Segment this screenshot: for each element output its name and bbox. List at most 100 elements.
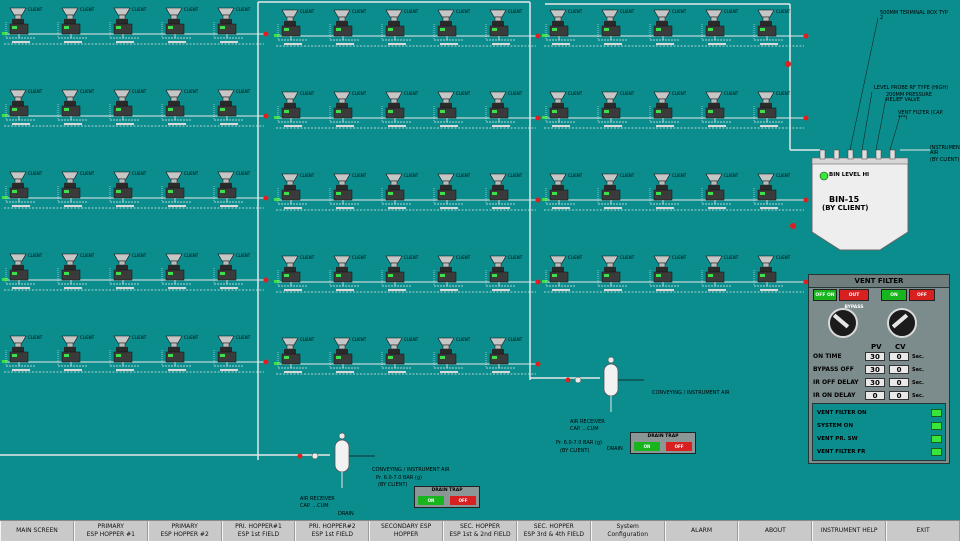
hopper-client-label: CLIENT bbox=[724, 91, 739, 96]
status-indicator bbox=[440, 28, 445, 31]
nav-alarm-button[interactable]: ALARM bbox=[664, 521, 739, 541]
feeder-valve bbox=[336, 21, 348, 26]
hopper-bin bbox=[437, 173, 455, 182]
hopper-unit: CLIENT bbox=[5, 89, 43, 125]
hopper-neck bbox=[66, 14, 74, 20]
module-caption-plate bbox=[336, 289, 354, 291]
module-caption-plate bbox=[168, 369, 186, 371]
hopper-bin bbox=[705, 9, 723, 18]
status-indicator bbox=[168, 190, 173, 193]
row-inlet-valve bbox=[2, 32, 8, 35]
hopper-neck bbox=[222, 342, 230, 348]
on-time-pv[interactable]: 30 bbox=[865, 352, 885, 361]
hopper-neck bbox=[762, 16, 770, 22]
module-caption-plate bbox=[552, 125, 570, 127]
hopper-client-label: CLIENT bbox=[620, 91, 635, 96]
module-caption-plate bbox=[708, 207, 726, 209]
feeder-valve bbox=[12, 19, 24, 24]
feeder-valve bbox=[708, 103, 720, 108]
module-caption-plate bbox=[284, 289, 302, 291]
status-indicator bbox=[220, 108, 225, 111]
hopper-bin bbox=[757, 9, 775, 18]
status-indicator bbox=[168, 272, 173, 275]
bin-name: BIN-15 bbox=[829, 195, 860, 204]
row-inlet-valve bbox=[2, 114, 8, 117]
hopper-client-label: CLIENT bbox=[568, 9, 583, 14]
hopper-unit: CLIENT bbox=[277, 255, 315, 291]
nav-exit-button[interactable]: EXIT bbox=[886, 521, 960, 541]
nav-system-configuration-button[interactable]: System Configuration bbox=[590, 521, 665, 541]
hopper-neck bbox=[14, 342, 22, 348]
hopper-client-label: CLIENT bbox=[80, 335, 95, 340]
nav-main-screen-button[interactable]: MAIN SCREEN bbox=[0, 521, 74, 541]
drain-trap-on-button[interactable]: ON bbox=[418, 496, 444, 505]
hopper-bin bbox=[165, 89, 183, 98]
bypass-off-pv[interactable]: 30 bbox=[865, 365, 885, 374]
module-caption-plate bbox=[440, 289, 458, 291]
nav-pri-hopper-2-button[interactable]: PRI. HOPPER#2 ESP 1st FIELD bbox=[295, 521, 370, 541]
hopper-client-label: CLIENT bbox=[724, 173, 739, 178]
hopper-bin bbox=[113, 89, 131, 98]
hopper-bin bbox=[281, 255, 299, 264]
vent-off-button[interactable]: OFF bbox=[909, 289, 935, 301]
vent-filter-title: VENT FILTER bbox=[809, 275, 949, 288]
hopper-neck bbox=[658, 16, 666, 22]
status-indicator bbox=[388, 356, 393, 359]
status-indicator bbox=[64, 354, 69, 357]
nav-secondary-esp-hopper-button[interactable]: SECONDARY ESP HOPPER bbox=[369, 521, 444, 541]
hopper-unit: CLIENT bbox=[381, 255, 419, 291]
bin-nozzle bbox=[819, 149, 826, 160]
vent-bypass-button[interactable]: OUT BYPASS bbox=[839, 289, 869, 310]
status-indicator bbox=[656, 110, 661, 113]
hopper-client-label: CLIENT bbox=[300, 173, 315, 178]
hopper-bin bbox=[217, 171, 235, 180]
nav-sec-hopper-1-2-button[interactable]: SEC. HOPPER ESP 1st & 2nd FIELD bbox=[443, 521, 517, 541]
control-selector-knob[interactable] bbox=[887, 308, 917, 338]
isolation-valve bbox=[565, 377, 571, 383]
hopper-unit: CLIENT bbox=[109, 89, 147, 125]
status-indicator bbox=[116, 108, 121, 111]
mode-selector-knob[interactable] bbox=[828, 308, 858, 338]
feeder-valve bbox=[168, 19, 180, 24]
vent-on-button[interactable]: ON bbox=[881, 289, 907, 301]
nav-pri-hopper-1-button[interactable]: PRI. HOPPER#1 ESP 1st FIELD bbox=[221, 521, 296, 541]
module-caption-plate bbox=[12, 369, 30, 371]
feeder-valve bbox=[440, 267, 452, 272]
row-inlet-valve bbox=[274, 116, 280, 119]
hopper-bin bbox=[61, 7, 79, 16]
bin-callout-air: INSTRUMENT AIR bbox=[930, 145, 960, 156]
hopper-unit: CLIENT bbox=[5, 171, 43, 207]
drain-trap-off-button[interactable]: OFF bbox=[666, 442, 692, 451]
module-caption-plate bbox=[64, 369, 82, 371]
hopper-neck bbox=[338, 262, 346, 268]
receiver-2-drain: DRAIN bbox=[607, 446, 623, 452]
feeder-valve bbox=[440, 349, 452, 354]
ir-off-delay-pv[interactable]: 30 bbox=[865, 378, 885, 387]
feeder-valve bbox=[760, 21, 772, 26]
nav-sec-hopper-3-4-button[interactable]: SEC. HOPPER ESP 3rd & 4th FIELD bbox=[516, 521, 591, 541]
feeder-valve bbox=[760, 185, 772, 190]
hopper-client-label: CLIENT bbox=[776, 91, 791, 96]
hopper-unit: CLIENT bbox=[57, 171, 95, 207]
nav-primary-esp-hopper-1-button[interactable]: PRIMARY ESP HOPPER #1 bbox=[73, 521, 148, 541]
vent-off-on-button[interactable]: OFF ON bbox=[813, 289, 837, 301]
hopper-client-label: CLIENT bbox=[236, 253, 251, 258]
status-indicator bbox=[168, 108, 173, 111]
ir-on-delay-pv[interactable]: 0 bbox=[865, 391, 885, 400]
hopper-client-label: CLIENT bbox=[620, 173, 635, 178]
hopper-bin bbox=[113, 335, 131, 344]
drain-trap-off-button[interactable]: OFF bbox=[450, 496, 476, 505]
nav-about-button[interactable]: ABOUT bbox=[738, 521, 813, 541]
hopper-unit: CLIENT bbox=[753, 173, 791, 209]
status-indicator bbox=[116, 354, 121, 357]
hopper-neck bbox=[658, 180, 666, 186]
feeder-valve bbox=[168, 347, 180, 352]
hopper-unit: CLIENT bbox=[5, 335, 43, 371]
row-inlet-valve bbox=[542, 34, 548, 37]
status-indicator bbox=[336, 110, 341, 113]
hopper-unit: CLIENT bbox=[329, 337, 367, 373]
nav-instrument-help-button[interactable]: INSTRUMENT HELP bbox=[812, 521, 887, 541]
hopper-unit: CLIENT bbox=[5, 7, 43, 43]
drain-trap-on-button[interactable]: ON bbox=[634, 442, 660, 451]
nav-primary-esp-hopper-2-button[interactable]: PRIMARY ESP HOPPER #2 bbox=[147, 521, 222, 541]
